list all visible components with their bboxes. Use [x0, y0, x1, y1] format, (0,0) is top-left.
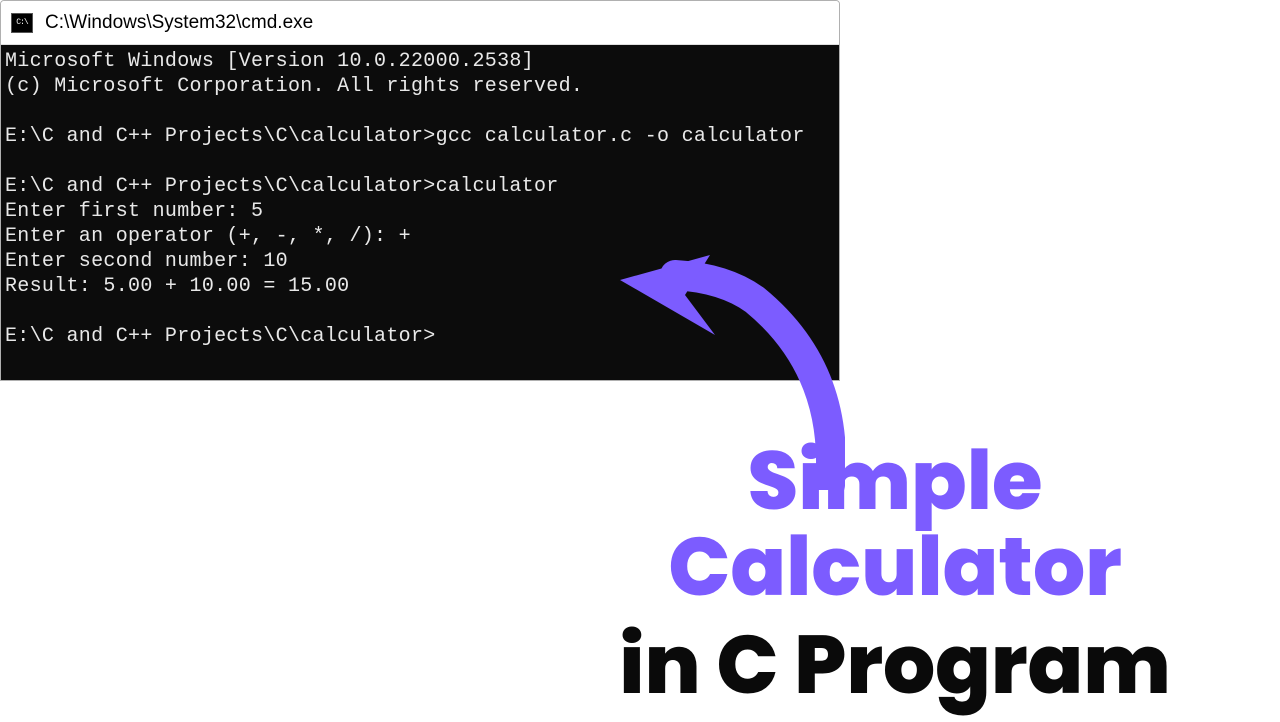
cmd-icon: C:\	[11, 13, 33, 33]
terminal-line: Enter first number: 5	[5, 200, 263, 223]
terminal-line: E:\C and C++ Projects\C\calculator>	[5, 325, 436, 348]
terminal-line: Microsoft Windows [Version 10.0.22000.25…	[5, 50, 534, 73]
heading-text: Simple Calculator in C Program	[520, 438, 1270, 710]
window-title: C:\Windows\System32\cmd.exe	[45, 12, 313, 34]
terminal-line: E:\C and C++ Projects\C\calculator>gcc c…	[5, 125, 805, 148]
terminal-line: (c) Microsoft Corporation. All rights re…	[5, 75, 583, 98]
terminal-line: Enter second number: 10	[5, 250, 288, 273]
terminal-line: Result: 5.00 + 10.00 = 15.00	[5, 275, 349, 298]
terminal-line: E:\C and C++ Projects\C\calculator>calcu…	[5, 175, 559, 198]
title-bar[interactable]: C:\ C:\Windows\System32\cmd.exe	[1, 1, 839, 45]
terminal-line: Enter an operator (+, -, *, /): +	[5, 225, 411, 248]
heading-line-2: in C Program	[520, 620, 1270, 710]
heading-line-1: Simple Calculator	[520, 438, 1270, 610]
